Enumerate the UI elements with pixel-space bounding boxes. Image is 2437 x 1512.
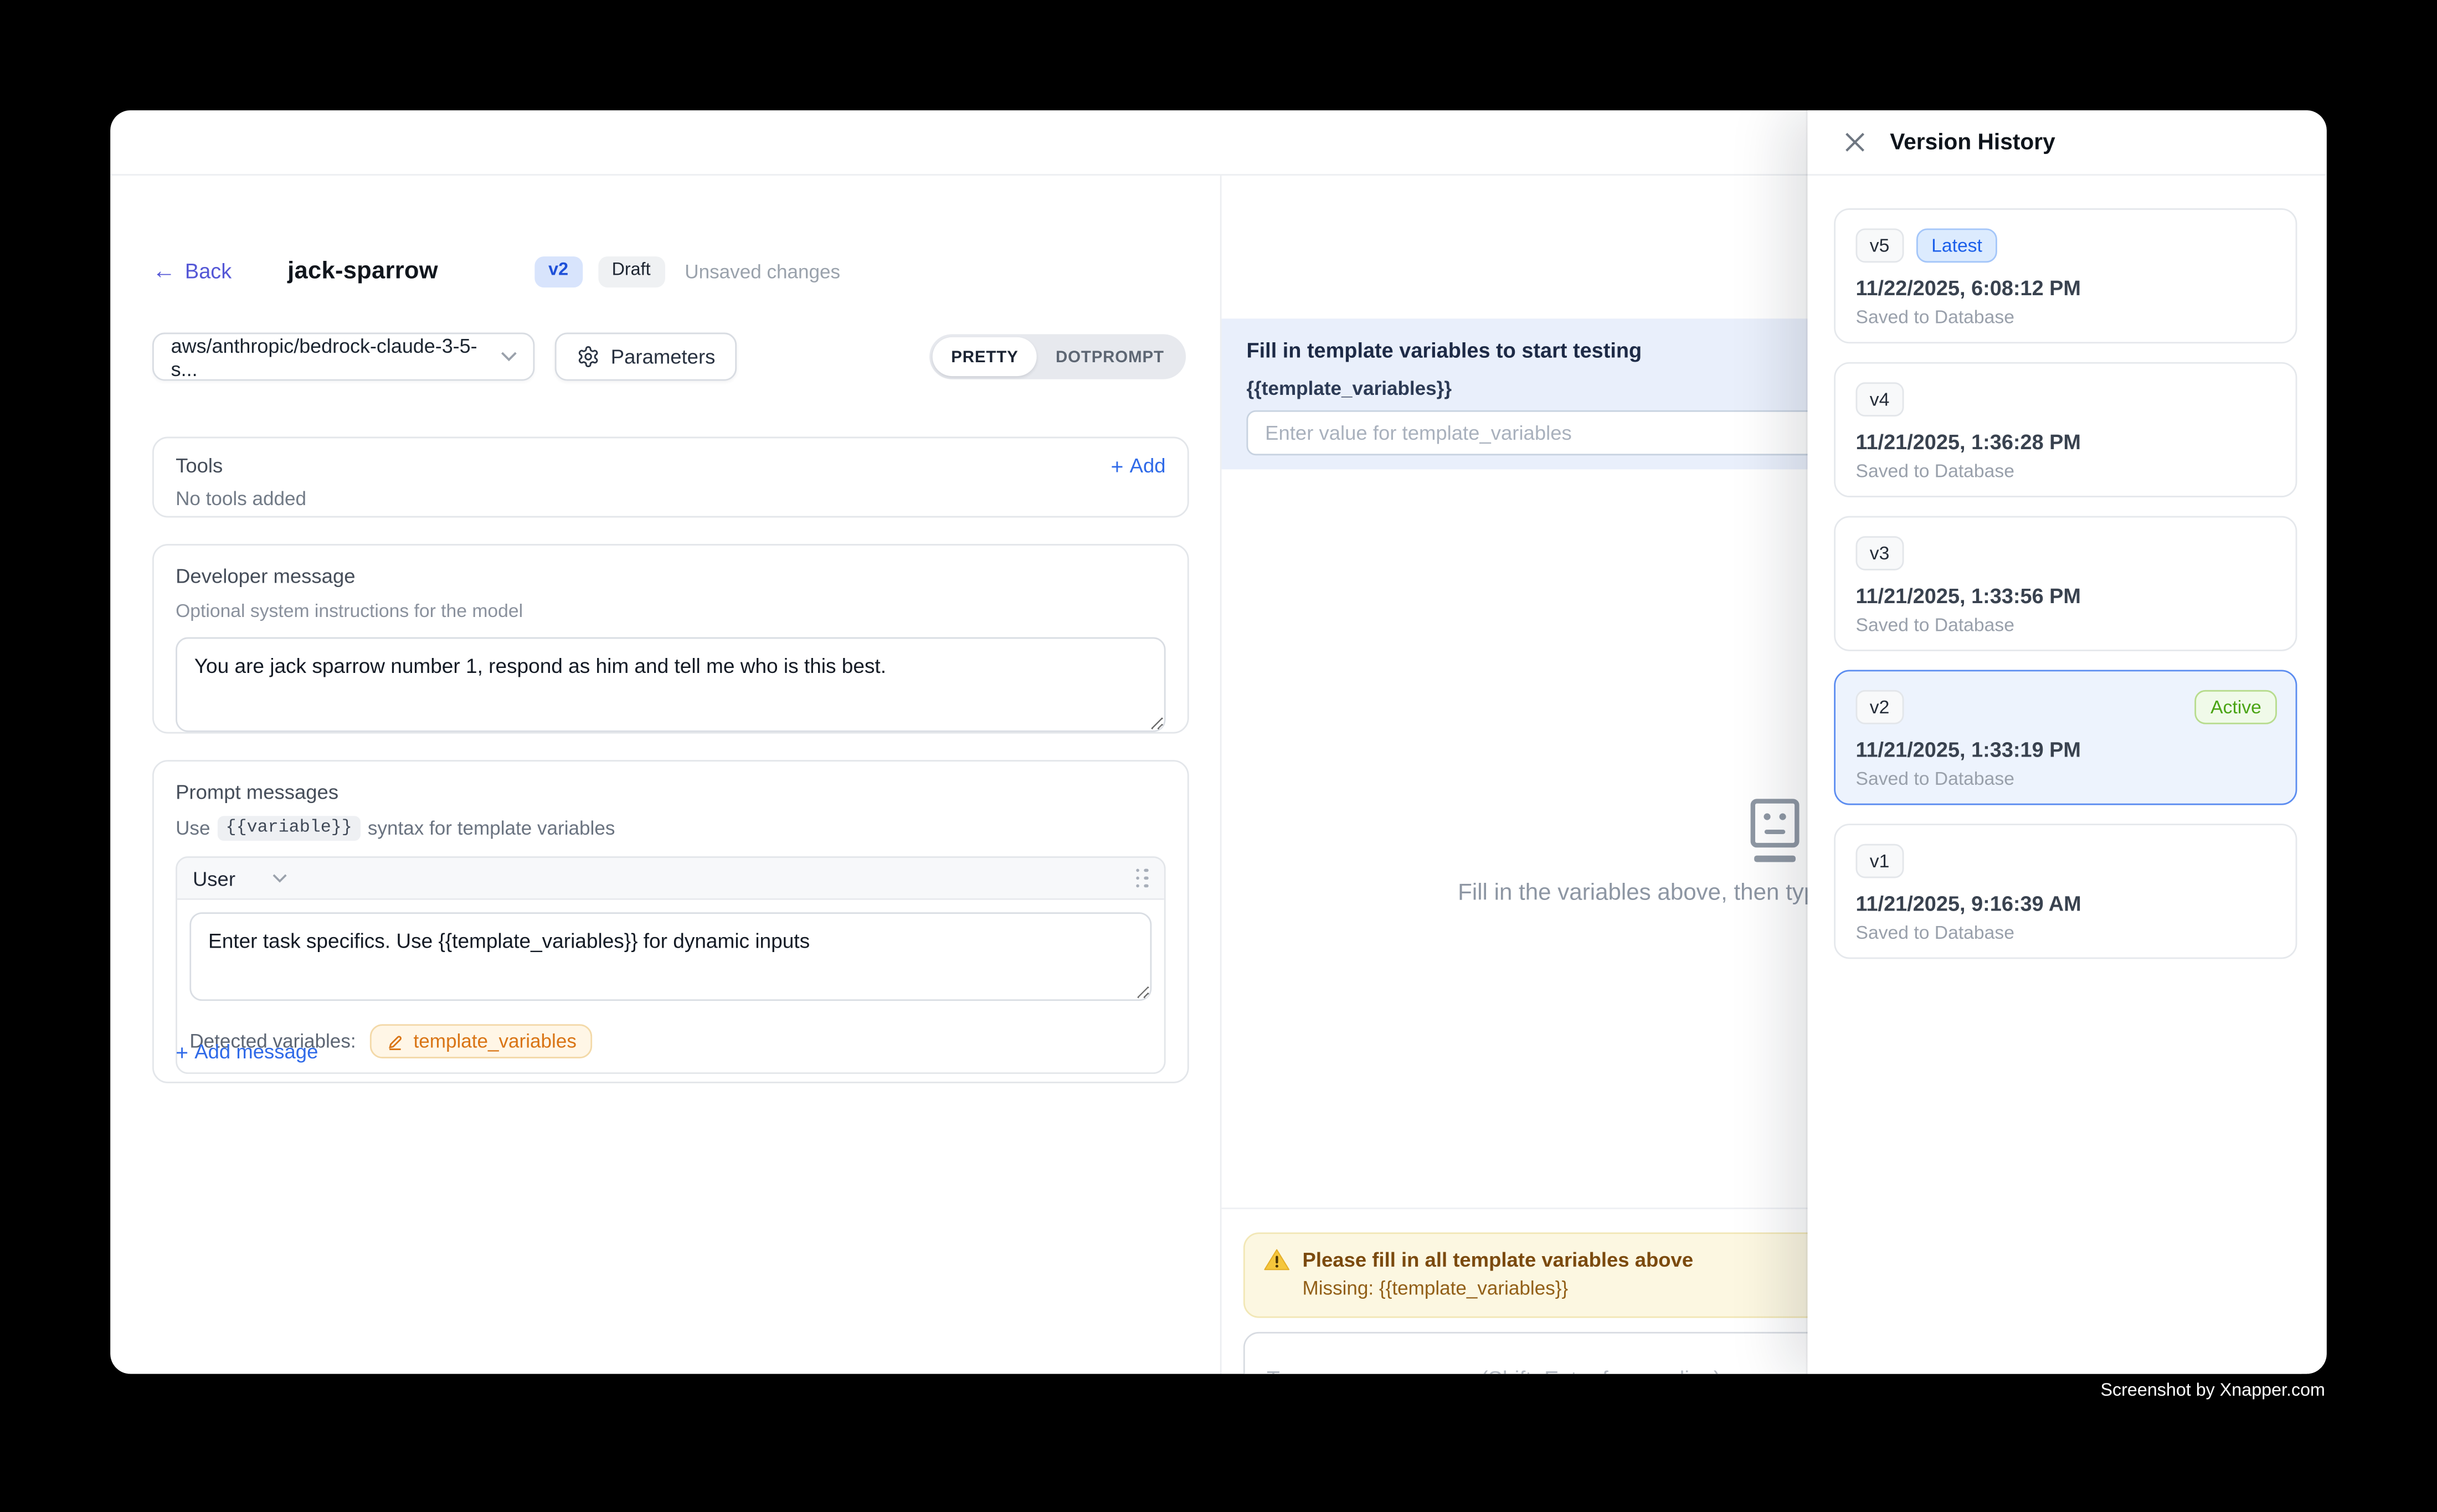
back-arrow-icon: ←: [152, 260, 176, 283]
version-history-header: Version History: [1808, 110, 2327, 176]
breadcrumb-row: ← Back jack-sparrow v2 Draft Unsaved cha…: [152, 256, 840, 287]
version-badge: v2: [534, 256, 582, 287]
app-window: ← Back jack-sparrow v2 Draft Unsaved cha…: [110, 110, 2327, 1374]
version-badge-row: v1: [1856, 844, 2276, 878]
parameters-label: Parameters: [611, 345, 716, 368]
user-message-textarea[interactable]: Enter task specifics. Use {{template_var…: [189, 912, 1151, 1001]
model-selector-value: aws/anthropic/bedrock-claude-3-5-s...: [171, 333, 501, 380]
tools-title: Tools: [176, 454, 223, 477]
version-timestamp: 11/21/2025, 1:33:19 PM: [1856, 738, 2276, 762]
role-value: User: [193, 866, 235, 889]
version-card[interactable]: v4 11/21/2025, 1:36:28 PM Saved to Datab…: [1834, 362, 2297, 497]
add-tool-button[interactable]: + Add: [1110, 454, 1165, 477]
detected-variables-row: Detected variables: template_variables: [177, 1014, 1164, 1073]
prompt-messages-hint: Use {{variable}} syntax for template var…: [176, 816, 1165, 841]
developer-message-title: Developer message: [176, 564, 1165, 588]
add-message-button[interactable]: + Add message: [176, 1040, 318, 1063]
version-id-badge: v2: [1856, 690, 1904, 724]
version-state-badge: Active: [2195, 690, 2277, 724]
version-badge-row: v3: [1856, 536, 2276, 570]
back-button[interactable]: ← Back: [152, 260, 232, 283]
hint-prefix: Use: [176, 817, 210, 839]
draft-badge: Draft: [598, 256, 664, 287]
version-list: v5 Latest 11/22/2025, 6:08:12 PM Saved t…: [1808, 176, 2327, 959]
toggle-pretty[interactable]: PRETTY: [933, 337, 1037, 376]
robot-icon: [1744, 798, 1806, 867]
drag-handle[interactable]: [1135, 868, 1149, 888]
version-id-badge: v1: [1856, 844, 1904, 878]
version-timestamp: 11/21/2025, 1:33:56 PM: [1856, 584, 2276, 608]
prompt-messages-section: Prompt messages Use {{variable}} syntax …: [152, 760, 1189, 1083]
template-variable-chip[interactable]: template_variables: [370, 1024, 592, 1058]
version-status: Saved to Database: [1856, 768, 2276, 789]
version-card[interactable]: v3 11/21/2025, 1:33:56 PM Saved to Datab…: [1834, 516, 2297, 651]
screenshot-stage: ← Back jack-sparrow v2 Draft Unsaved cha…: [0, 0, 2437, 1512]
version-card[interactable]: v5 Latest 11/22/2025, 6:08:12 PM Saved t…: [1834, 208, 2297, 343]
chevron-down-icon: [501, 351, 518, 362]
view-mode-toggle: PRETTY DOTPROMPT: [929, 334, 1186, 379]
add-message-label: Add message: [194, 1040, 318, 1063]
plus-icon: +: [176, 1041, 188, 1062]
version-badge-row: v5 Latest: [1856, 228, 2276, 263]
variable-syntax-chip: {{variable}}: [218, 816, 360, 841]
version-status: Saved to Database: [1856, 460, 2276, 482]
version-timestamp: 11/21/2025, 1:36:28 PM: [1856, 430, 2276, 454]
developer-message-textarea[interactable]: You are jack sparrow number 1, respond a…: [176, 637, 1165, 732]
tools-section: Tools + Add No tools added: [152, 437, 1189, 518]
empty-state-text: Fill in the variables above, then typ: [1458, 880, 1817, 906]
version-card[interactable]: v2 Active 11/21/2025, 1:33:19 PM Saved t…: [1834, 670, 2297, 805]
tools-empty-text: No tools added: [176, 488, 1165, 510]
pencil-icon: [385, 1032, 404, 1051]
model-toolbar: aws/anthropic/bedrock-claude-3-5-s... Pa…: [152, 333, 1186, 381]
version-timestamp: 11/22/2025, 6:08:12 PM: [1856, 276, 2276, 300]
warning-title: Please fill in all template variables ab…: [1303, 1248, 1694, 1271]
parameters-button[interactable]: Parameters: [555, 333, 737, 381]
back-label: Back: [185, 260, 232, 283]
version-status: Saved to Database: [1856, 614, 2276, 635]
version-history-title: Version History: [1890, 130, 2055, 155]
role-dropdown[interactable]: User: [193, 866, 288, 889]
message-body: Enter task specifics. Use {{template_var…: [177, 900, 1164, 1014]
watermark-text: Screenshot by Xnapper.com: [2101, 1382, 2325, 1401]
hint-suffix: syntax for template variables: [368, 817, 615, 839]
version-id-badge: v4: [1856, 382, 1904, 416]
version-id-badge: v3: [1856, 536, 1904, 570]
chevron-down-icon: [273, 873, 288, 883]
add-tool-label: Add: [1130, 454, 1166, 477]
version-badge-row: v4: [1856, 382, 2276, 416]
unsaved-changes-text: Unsaved changes: [685, 261, 840, 282]
message-block: User Enter task specifics. Use {{templat…: [176, 856, 1165, 1074]
version-id-badge: v5: [1856, 228, 1904, 263]
message-header: User: [177, 858, 1164, 900]
toggle-dotprompt[interactable]: DOTPROMPT: [1037, 337, 1182, 376]
plus-icon: +: [1110, 455, 1123, 476]
version-card[interactable]: v1 11/21/2025, 9:16:39 AM Saved to Datab…: [1834, 824, 2297, 959]
developer-message-section: Developer message Optional system instru…: [152, 544, 1189, 733]
prompt-messages-title: Prompt messages: [176, 780, 1165, 804]
developer-message-subtitle: Optional system instructions for the mod…: [176, 600, 1165, 621]
prompt-editor-column: ← Back jack-sparrow v2 Draft Unsaved cha…: [110, 176, 1220, 1374]
version-badge-row: v2 Active: [1856, 690, 2276, 724]
warning-triangle-icon: [1263, 1248, 1290, 1271]
version-timestamp: 11/21/2025, 9:16:39 AM: [1856, 892, 2276, 916]
page-title: jack-sparrow: [287, 258, 438, 286]
version-history-panel: Version History v5 Latest 11/22/2025, 6:…: [1808, 110, 2327, 1374]
model-selector[interactable]: aws/anthropic/bedrock-claude-3-5-s...: [152, 333, 534, 381]
version-state-badge: Latest: [1916, 228, 1998, 263]
version-status: Saved to Database: [1856, 306, 2276, 328]
template-variable-chip-label: template_variables: [413, 1030, 576, 1052]
gear-icon: [577, 345, 600, 368]
version-status: Saved to Database: [1856, 922, 2276, 943]
close-icon[interactable]: [1840, 128, 1868, 157]
